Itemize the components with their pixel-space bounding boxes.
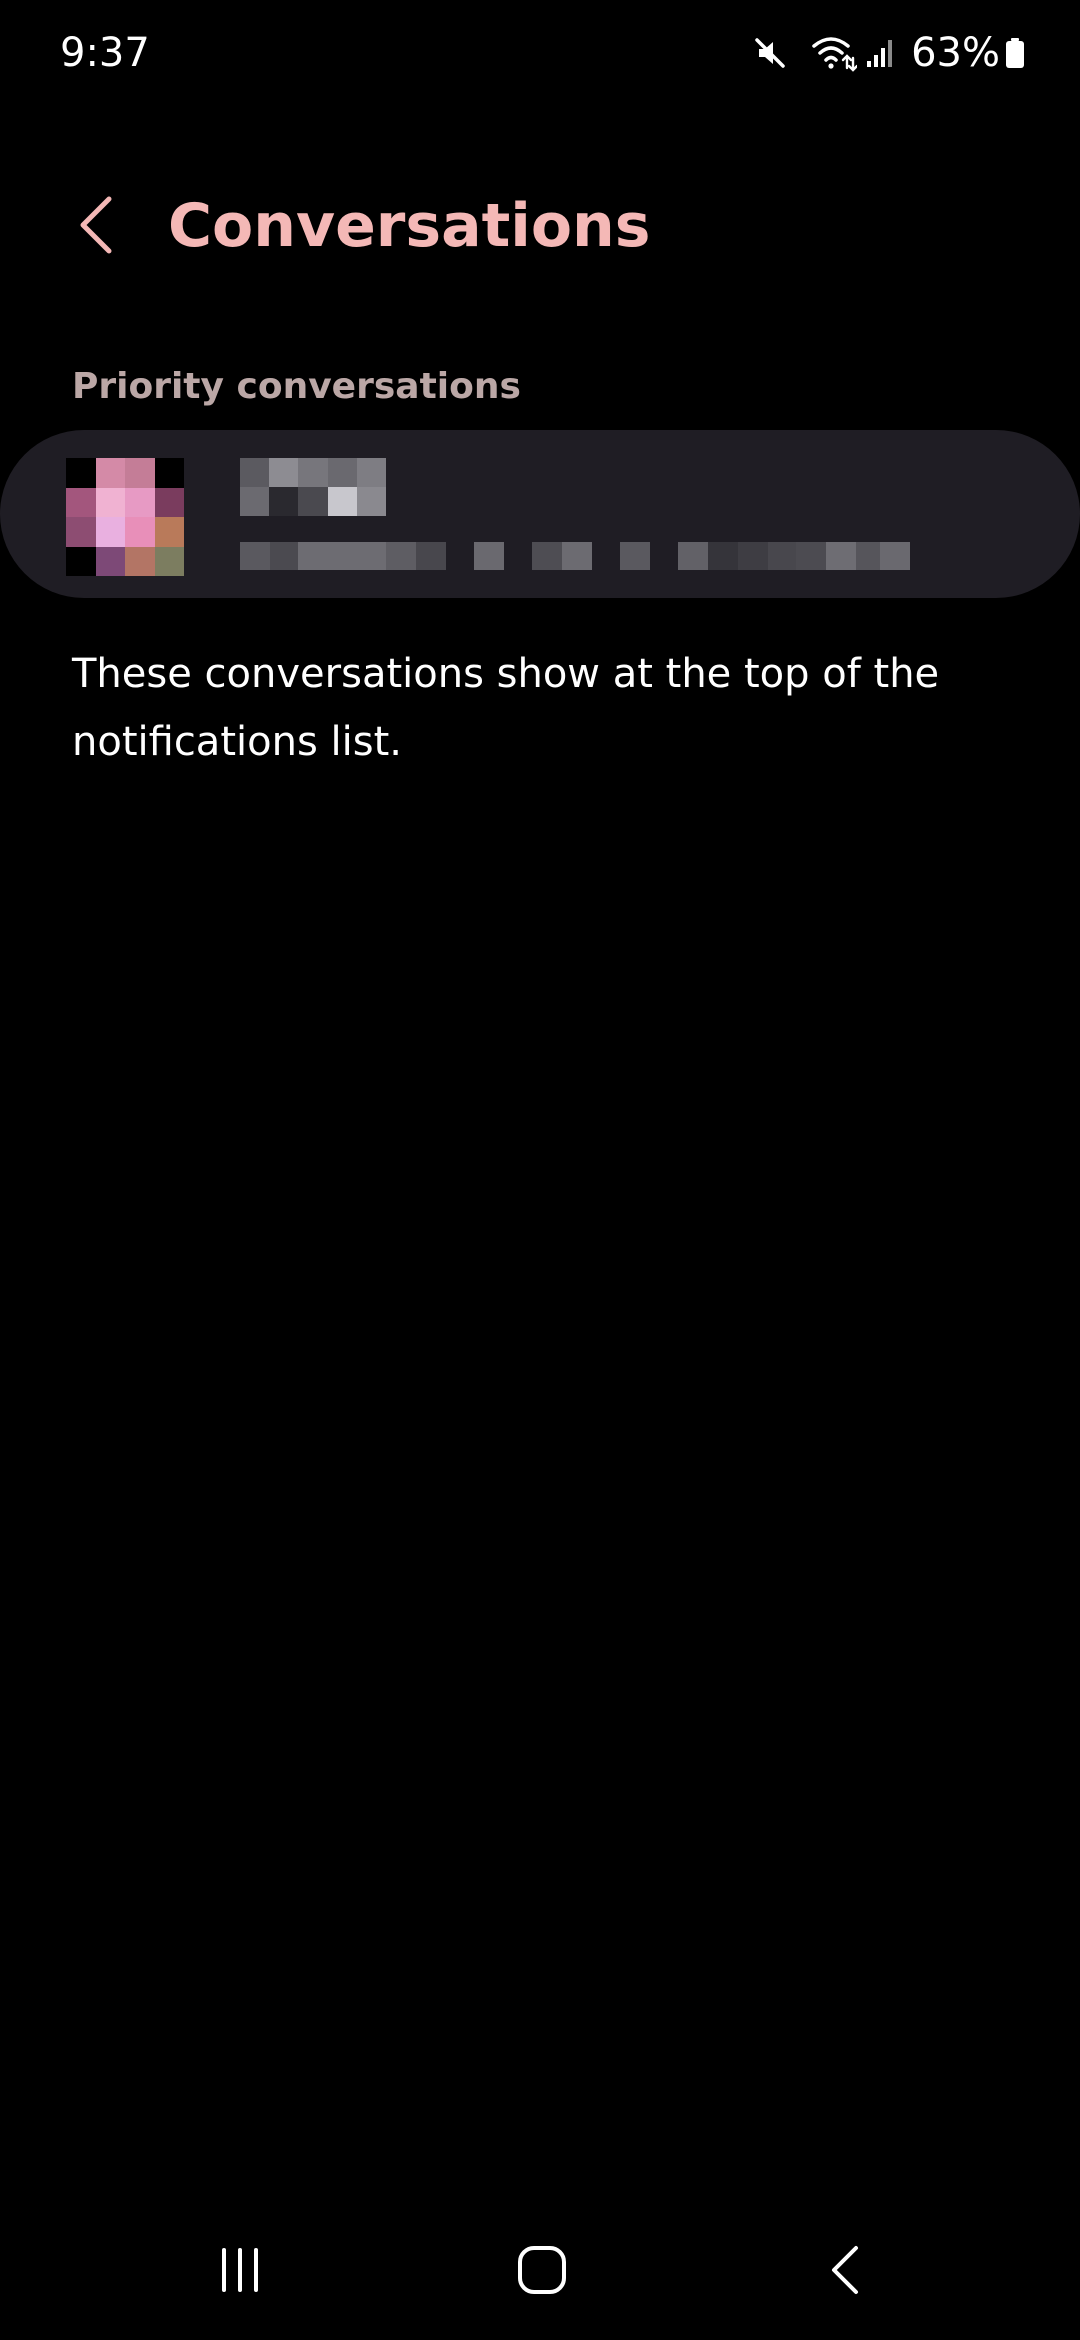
signal-icon	[867, 40, 893, 67]
conversation-item[interactable]	[0, 430, 1080, 598]
battery-percent: 63%	[911, 30, 1000, 76]
status-icons: 63%	[753, 28, 1024, 78]
recents-icon	[222, 2248, 258, 2292]
battery-icon	[1006, 38, 1024, 68]
navigation-bar	[0, 2200, 1080, 2340]
mute-icon	[755, 38, 785, 68]
status-time: 9:37	[60, 30, 150, 76]
chevron-left-icon	[80, 196, 112, 254]
description-text: These conversations show at the top of t…	[72, 651, 940, 765]
back-button[interactable]	[60, 190, 130, 260]
conversation-preview-redacted	[240, 542, 910, 570]
recents-button[interactable]	[190, 2230, 290, 2310]
nav-back-button[interactable]	[796, 2230, 896, 2310]
page-title: Conversations	[168, 191, 651, 261]
section-header-priority: Priority conversations	[72, 366, 521, 407]
back-icon	[832, 2246, 858, 2294]
avatar	[66, 458, 184, 576]
home-button[interactable]	[492, 2230, 592, 2310]
wifi-icon	[812, 37, 858, 72]
conversation-name-redacted	[240, 458, 386, 516]
status-bar: 9:37 63%	[0, 0, 1080, 110]
home-icon	[518, 2246, 566, 2294]
